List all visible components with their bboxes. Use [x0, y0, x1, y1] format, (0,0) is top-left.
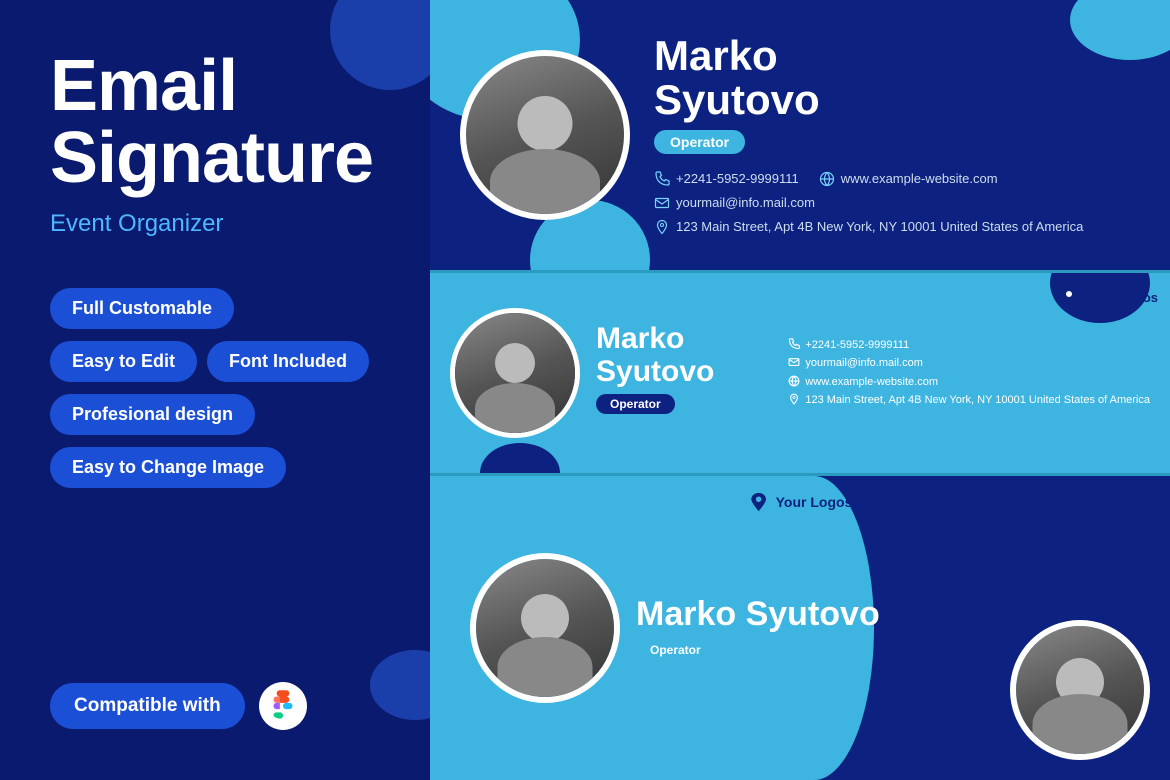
avatar-4	[1010, 620, 1150, 760]
name-line1-c2: Marko	[596, 322, 684, 355]
badge-professional: Profesional design	[50, 394, 255, 435]
left-panel: Email Signature Event Organizer Full Cus…	[0, 0, 430, 780]
signature-card-3: Your Logos Marko Syutovo Operator	[430, 476, 1170, 780]
badge-row-4: Easy to Change Image	[50, 447, 380, 488]
badge-row-2: Easy to Edit Font Included	[50, 341, 380, 382]
role-badge-2: Operator	[596, 394, 675, 414]
logo-text-3: Your Logos	[776, 494, 853, 510]
logo-text-2: Your Logos	[1087, 290, 1158, 305]
email-2-val: yourmail@info.mail.com	[805, 356, 923, 371]
avatar-1	[460, 50, 630, 220]
email-value: yourmail@info.mail.com	[676, 194, 815, 212]
compatible-section: Compatible with	[50, 682, 380, 730]
right-panel: Marko Syutovo Operator +2241-5952-999911…	[430, 0, 1170, 780]
address-2-val: 123 Main Street, Apt 4B New York, NY 100…	[805, 393, 1150, 408]
sig-name-2: Marko Syutovo	[596, 322, 788, 388]
badge-change-image: Easy to Change Image	[50, 447, 286, 488]
badge-full-customable: Full Customable	[50, 288, 234, 329]
contacts-1: +2241-5952-9999111 www.example-website.c…	[654, 170, 1140, 237]
badges-section: Full Customable Easy to Edit Font Includ…	[50, 288, 380, 488]
wave-2b	[480, 443, 560, 473]
badge-easy-edit: Easy to Edit	[50, 341, 197, 382]
website-2: www.example-website.com	[788, 375, 1150, 390]
left-top-content: Email Signature Event Organizer Full Cus…	[50, 50, 380, 652]
avatar-2	[450, 308, 580, 438]
subtitle: Event Organizer	[50, 210, 380, 238]
title-line1: Email	[50, 46, 237, 126]
title-line2: Signature	[50, 118, 373, 198]
phone-contact: +2241-5952-9999111	[654, 170, 799, 188]
person-photo-3	[476, 559, 614, 697]
contacts-2: +2241-5952-9999111 yourmail@info.mail.co…	[788, 338, 1150, 409]
avatar-3	[470, 553, 620, 703]
phone-2: +2241-5952-9999111	[788, 338, 1150, 353]
sig-name-1: Marko Syutovo	[654, 34, 1140, 122]
person-photo-1	[466, 56, 624, 214]
address-2: 123 Main Street, Apt 4B New York, NY 100…	[788, 393, 1150, 408]
website-contact: www.example-website.com	[819, 170, 998, 188]
name-line2: Syutovo	[654, 76, 820, 123]
name-line2-c2: Syutovo	[596, 355, 714, 388]
badge-row-1: Full Customable	[50, 288, 380, 329]
name-line1: Marko	[654, 32, 778, 79]
role-badge-3: Operator	[636, 640, 715, 660]
role-badge-1: Operator	[654, 130, 745, 154]
phone-value: +2241-5952-9999111	[676, 170, 799, 188]
sig-info-2: Marko Syutovo Operator	[580, 322, 788, 424]
address-contact: 123 Main Street, Apt 4B New York, NY 100…	[654, 218, 1083, 236]
person-photo-2	[455, 313, 575, 433]
signature-card-2: Your Logos Marko Syutovo Operator +2241-…	[430, 273, 1170, 473]
sig-info-1: Marko Syutovo Operator +2241-5952-999911…	[630, 34, 1140, 237]
main-title: Email Signature	[50, 50, 380, 194]
badge-row-3: Profesional design	[50, 394, 380, 435]
email-2: yourmail@info.mail.com	[788, 356, 1150, 371]
logo-area-3: Your Logos	[748, 491, 853, 513]
address-value: 123 Main Street, Apt 4B New York, NY 100…	[676, 218, 1083, 236]
signature-card-1: Marko Syutovo Operator +2241-5952-999911…	[430, 0, 1170, 270]
compatible-badge: Compatible with	[50, 683, 245, 729]
phone-2-val: +2241-5952-9999111	[805, 338, 909, 353]
sig-info-3: Marko Syutovo Operator	[620, 596, 880, 659]
website-2-val: www.example-website.com	[805, 375, 938, 390]
website-value: www.example-website.com	[841, 170, 998, 188]
badge-font-included: Font Included	[207, 341, 369, 382]
figma-icon	[259, 682, 307, 730]
person-photo-4	[1016, 626, 1144, 754]
email-contact: yourmail@info.mail.com	[654, 194, 815, 212]
logo-area-2: Your Logos	[1057, 285, 1158, 309]
sig-name-3: Marko Syutovo	[636, 596, 880, 633]
